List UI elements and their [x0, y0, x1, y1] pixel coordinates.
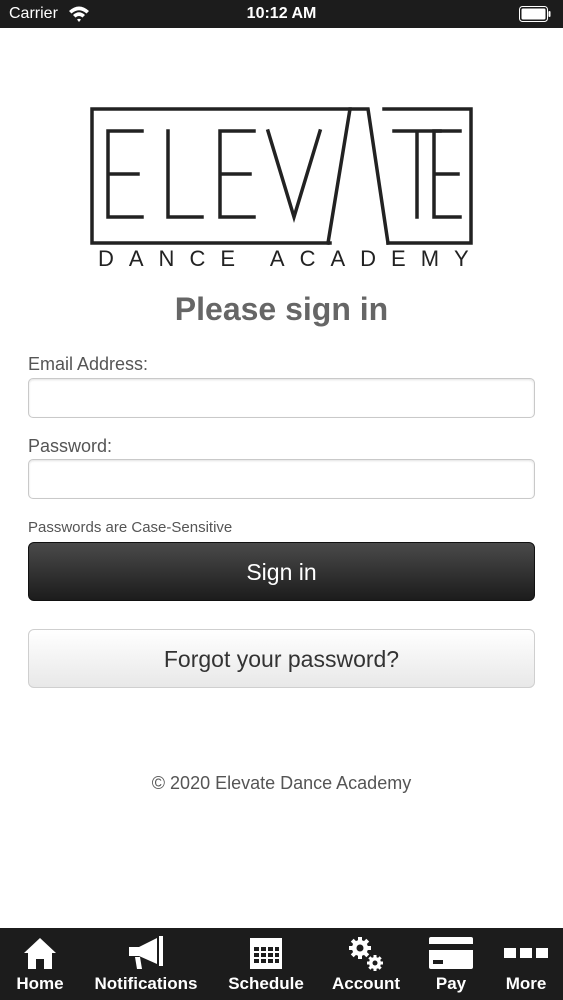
logo-subtitle: DANCE ACADEMY	[98, 246, 484, 271]
tab-account[interactable]: Account	[324, 928, 408, 1000]
forgot-password-button[interactable]: Forgot your password?	[28, 629, 535, 688]
page-title: Please sign in	[174, 291, 389, 327]
tab-notifications-label: Notifications	[94, 974, 198, 993]
tab-home[interactable]: Home	[0, 928, 80, 1000]
tab-notifications[interactable]: Notifications	[86, 928, 206, 1000]
tab-home-label: Home	[16, 974, 64, 993]
tab-schedule[interactable]: Schedule	[220, 928, 312, 1000]
tab-account-label: Account	[332, 974, 400, 993]
sign-in-button[interactable]: Sign in	[28, 542, 535, 601]
battery-icon	[519, 6, 551, 22]
password-field[interactable]	[28, 459, 535, 499]
tab-bar: Home Notifications Schedule Account Pay …	[0, 928, 563, 1000]
status-time: 10:12 AM	[246, 5, 317, 22]
copyright-text: © 2020 Elevate Dance Academy	[151, 773, 412, 793]
tab-more-label: More	[505, 974, 547, 993]
credit-card-icon	[429, 937, 473, 969]
more-icon	[504, 948, 548, 958]
email-label: Email Address:	[28, 354, 149, 374]
password-label: Password:	[28, 436, 113, 456]
gears-icon	[349, 937, 383, 971]
calendar-icon	[250, 938, 282, 969]
home-icon	[24, 938, 56, 969]
status-bar: Carrier 10:12 AM	[0, 0, 563, 28]
tab-schedule-label: Schedule	[228, 974, 304, 993]
tab-pay-label: Pay	[435, 974, 467, 993]
tab-pay[interactable]: Pay	[420, 928, 482, 1000]
password-hint: Passwords are Case-Sensitive	[28, 519, 233, 536]
email-field[interactable]	[28, 378, 535, 418]
megaphone-icon	[129, 936, 163, 969]
tab-more[interactable]: More	[494, 928, 558, 1000]
